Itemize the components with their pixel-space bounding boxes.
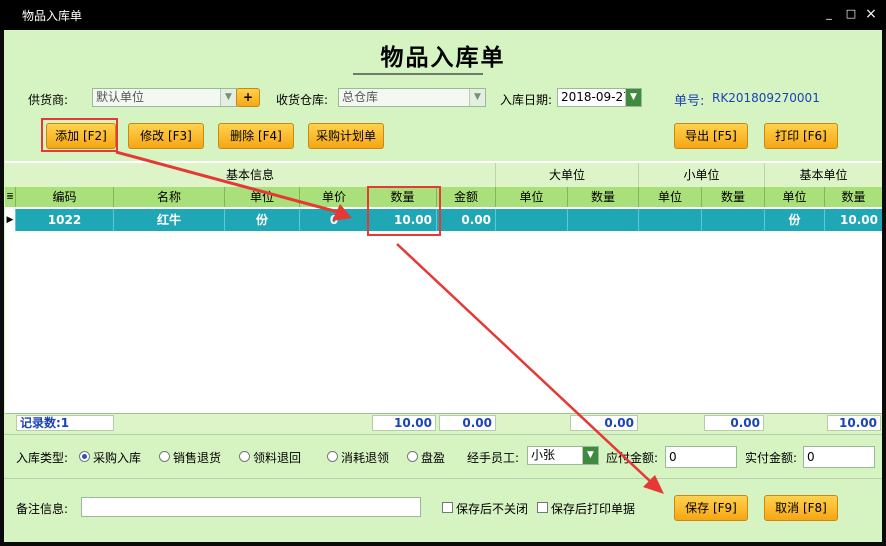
- annotation-arrow-to-save: [396, 243, 653, 484]
- annotation-arrows: [115, 150, 664, 494]
- annotation-arrow-to-qty: [115, 150, 339, 214]
